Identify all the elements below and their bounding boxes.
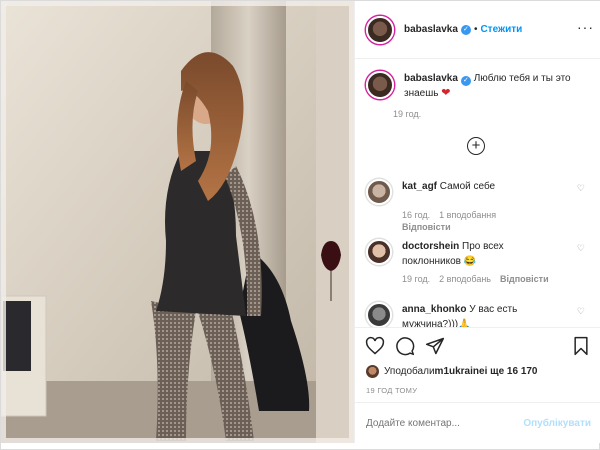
- likes-summary[interactable]: Уподобали m1ukraine і ще 16 170: [366, 365, 538, 378]
- comment-like-heart-icon[interactable]: ♡: [577, 243, 585, 254]
- caption-avatar[interactable]: [366, 71, 394, 99]
- photo-illustration: [1, 1, 354, 443]
- instagram-post: babaslavka ✓ • Стежити ··· babaslavka ✓ Л…: [0, 0, 600, 450]
- commenter-avatar[interactable]: [366, 239, 392, 265]
- caption-time: 19 год.: [393, 109, 422, 119]
- reply-button[interactable]: Відповісти: [402, 222, 451, 232]
- comment-like-heart-icon[interactable]: ♡: [577, 183, 585, 194]
- comment-item: doctorshein Про всех поклонников 😂 ♡ 19 …: [366, 239, 591, 285]
- comment-meta: 19 год. 2 вподобань Відповісти: [402, 273, 591, 285]
- liker-avatar: [366, 365, 379, 378]
- comment-likes[interactable]: 2 вподобань: [439, 274, 491, 284]
- comment-text: Самой себе: [439, 181, 496, 192]
- comment-likes[interactable]: 1 вподобання: [439, 210, 496, 220]
- comment-item: kat_agf Самой себе ♡ 16 год. 1 вподобання…: [366, 179, 591, 233]
- verified-badge-icon: ✓: [460, 76, 471, 86]
- more-options-icon[interactable]: ···: [577, 20, 594, 34]
- bookmark-icon[interactable]: [571, 336, 591, 359]
- comment-time: 19 год.: [402, 274, 431, 284]
- follow-button[interactable]: Стежити: [480, 24, 522, 35]
- post-side-panel: babaslavka ✓ • Стежити ··· babaslavka ✓ Л…: [354, 1, 600, 443]
- share-icon[interactable]: [425, 336, 445, 359]
- comment-username[interactable]: anna_khonko: [402, 304, 466, 315]
- action-icons-row: [365, 336, 591, 360]
- comment-meta: 16 год. 1 вподобання Відповісти: [402, 209, 591, 233]
- verified-badge-icon: ✓: [460, 24, 471, 35]
- caption: babaslavka ✓ Люблю тебя и ты это знаешь ❤: [366, 71, 591, 101]
- header-separator: •: [473, 24, 478, 35]
- publish-button[interactable]: Опублікувати: [523, 418, 591, 429]
- red-heart-emoji: ❤: [441, 87, 451, 99]
- comment-icon[interactable]: [395, 336, 415, 359]
- comment-username[interactable]: doctorshein: [402, 241, 459, 252]
- comments-list[interactable]: babaslavka ✓ Люблю тебя и ты это знаешь ❤…: [355, 59, 600, 327]
- heart-icon[interactable]: [365, 336, 385, 359]
- caption-username[interactable]: babaslavka: [404, 73, 458, 84]
- comment-input[interactable]: [366, 418, 516, 429]
- comment-time: 16 год.: [402, 210, 431, 220]
- comment-username[interactable]: kat_agf: [402, 181, 437, 192]
- author-username[interactable]: babaslavka: [404, 24, 458, 35]
- commenter-avatar[interactable]: [366, 179, 392, 205]
- comment-item: anna_khonko У вас есть мужчина?)))🙏 ♡: [366, 302, 591, 327]
- commenter-avatar[interactable]: [366, 302, 392, 327]
- likes-prefix: Уподобали: [384, 366, 435, 377]
- add-comment-bar: Опублікувати: [355, 402, 600, 444]
- post-actions: Уподобали m1ukraine і ще 16 170 19 ГОД Т…: [355, 327, 600, 443]
- author-avatar[interactable]: [366, 15, 394, 44]
- reply-button[interactable]: Відповісти: [500, 274, 549, 284]
- post-photo[interactable]: [1, 1, 354, 443]
- plus-circle-icon[interactable]: +: [467, 137, 485, 155]
- liker-username[interactable]: m1ukraine: [435, 366, 485, 377]
- post-timestamp[interactable]: 19 ГОД ТОМУ: [366, 386, 417, 395]
- post-header: babaslavka ✓ • Стежити ···: [355, 1, 600, 59]
- comment-like-heart-icon[interactable]: ♡: [577, 306, 585, 317]
- likes-count[interactable]: і ще 16 170: [485, 366, 538, 377]
